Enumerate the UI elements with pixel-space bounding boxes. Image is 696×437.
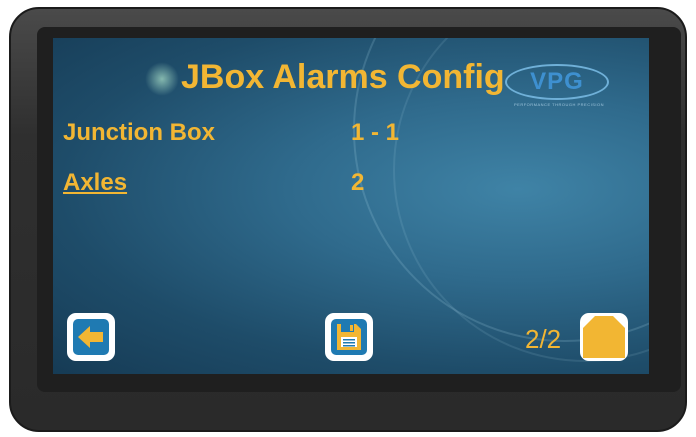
floppy-disk-icon — [337, 324, 361, 350]
vpg-logo: VPG PERFORMANCE THROUGH PRECISION — [505, 64, 613, 108]
display-screen: JBox Alarms Config VPG PERFORMANCE THROU… — [53, 38, 649, 374]
logo-text: VPG — [530, 68, 584, 95]
background-glow — [145, 62, 179, 96]
logo-tagline: PERFORMANCE THROUGH PRECISION — [514, 102, 604, 107]
junction-box-label: Junction Box — [63, 119, 216, 146]
home-button[interactable] — [580, 313, 628, 361]
save-button[interactable] — [325, 313, 373, 361]
back-button[interactable] — [67, 313, 115, 361]
axles-link[interactable]: Axles — [63, 169, 127, 197]
junction-box-value: 1 - 1 — [351, 119, 400, 146]
arrow-left-icon — [78, 326, 103, 348]
page-indicator: 2/2 — [525, 324, 562, 354]
home-icon — [583, 316, 625, 358]
axles-value: 2 — [351, 169, 365, 196]
page-title: JBox Alarms Config — [181, 58, 505, 96]
